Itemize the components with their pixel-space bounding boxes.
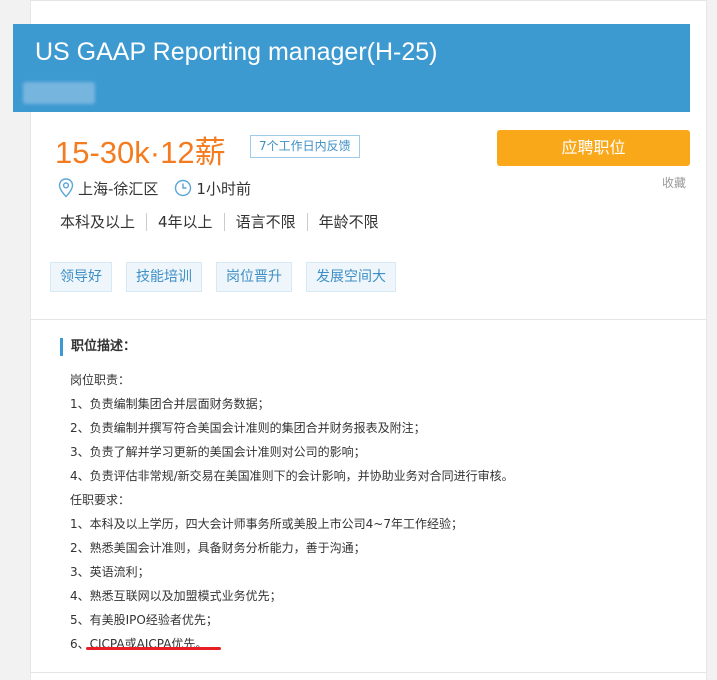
- description-line: 6、CICPA或AICPA优先。: [70, 637, 208, 651]
- job-meta: 上海-徐汇区 1小时前: [58, 178, 251, 198]
- highlight-underline: [86, 647, 221, 650]
- job-title: US GAAP Reporting manager(H-25): [35, 38, 438, 66]
- separator: [146, 212, 148, 231]
- job-header: US GAAP Reporting manager(H-25): [13, 24, 690, 112]
- clock-icon: [174, 179, 192, 197]
- requirement-experience: 4年以上: [158, 213, 213, 231]
- company-name-redacted: [23, 82, 95, 104]
- separator: [306, 212, 308, 231]
- description-line: 1、负责编制集团合并层面财务数据；: [70, 397, 270, 411]
- location-text: 上海-徐汇区: [78, 179, 159, 198]
- section-divider: [30, 319, 707, 320]
- section-divider: [30, 672, 707, 673]
- description-line: 任职要求：: [70, 493, 131, 507]
- separator: [223, 212, 225, 231]
- apply-button[interactable]: 应聘职位: [497, 130, 690, 166]
- description-line: 3、英语流利；: [70, 565, 150, 579]
- benefit-tag: 发展空间大: [306, 262, 396, 292]
- description-line: 1、本科及以上学历，四大会计师事务所或美股上市公司4~7年工作经验；: [70, 517, 463, 531]
- benefit-tag: 技能培训: [126, 262, 202, 292]
- benefit-tags: 领导好 技能培训 岗位晋升 发展空间大: [50, 262, 410, 292]
- favorite-link[interactable]: 收藏: [662, 174, 686, 191]
- description-line: 2、熟悉美国会计准则，具备财务分析能力，善于沟通；: [70, 541, 366, 555]
- description-line: 2、负责编制并撰写符合美国会计准则的集团合并财务报表及附注；: [70, 421, 426, 435]
- description-line: 岗位职责：: [70, 373, 131, 387]
- description-heading: 职位描述：: [60, 338, 136, 356]
- benefit-tag: 岗位晋升: [216, 262, 292, 292]
- benefit-tag: 领导好: [50, 262, 112, 292]
- salary: 15-30k·12薪: [55, 135, 226, 170]
- requirement-education: 本科及以上: [60, 213, 136, 231]
- description-line: 4、负责评估非常规/新交易在美国准则下的会计影响，并协助业务对合同进行审核。: [70, 469, 514, 483]
- feedback-badge: 7个工作日内反馈: [250, 135, 360, 158]
- requirement-language: 语言不限: [235, 213, 296, 231]
- requirement-age: 年龄不限: [318, 213, 379, 231]
- description-line: 4、熟悉互联网以及加盟模式业务优先；: [70, 589, 282, 603]
- posted-time: 1小时前: [196, 179, 251, 198]
- description-line: 3、负责了解并学习更新的美国会计准则对公司的影响；: [70, 445, 366, 459]
- job-requirements: 本科及以上 4年以上 语言不限 年龄不限: [60, 211, 379, 232]
- location-pin-icon: [58, 178, 74, 198]
- job-description: 岗位职责： 1、负责编制集团合并层面财务数据； 2、负责编制并撰写符合美国会计准…: [70, 368, 514, 656]
- description-line: 5、有美股IPO经验者优先；: [70, 613, 218, 627]
